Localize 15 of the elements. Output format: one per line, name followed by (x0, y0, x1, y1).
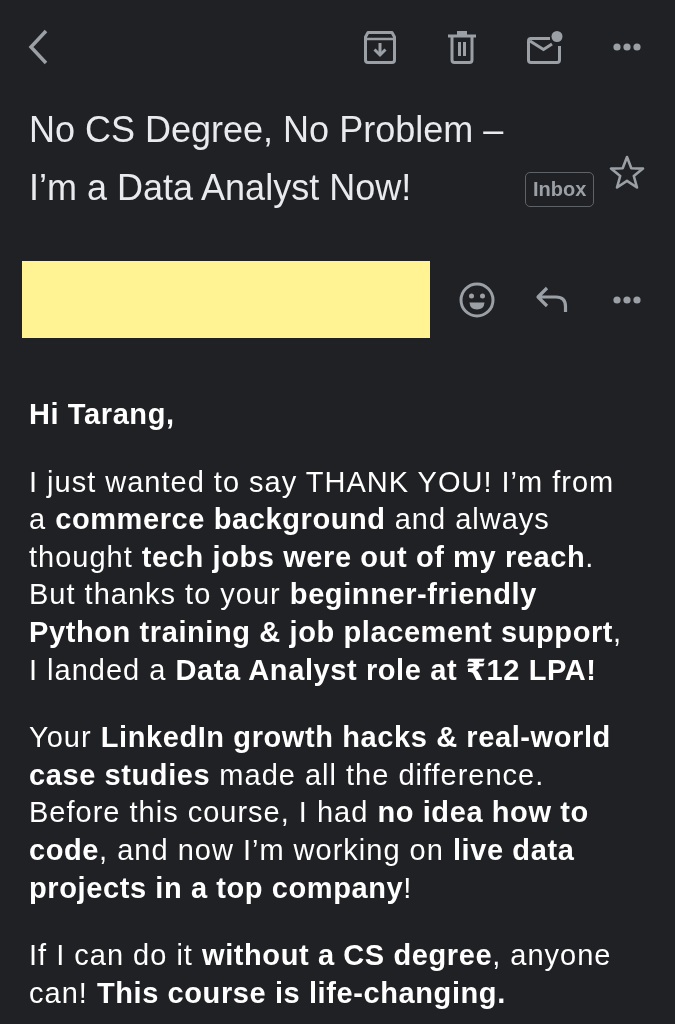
archive-icon[interactable] (364, 30, 396, 64)
body-paragraph: If I can do it without a CS degree, anyone can! This course is life-changing. (29, 938, 613, 1011)
label-tag: Inbox (525, 172, 595, 207)
star-icon[interactable] (609, 155, 645, 190)
reply-icon[interactable] (535, 286, 568, 313)
chevron-icon[interactable] (28, 29, 48, 65)
more-icon[interactable] (613, 295, 641, 304)
trash-icon[interactable] (448, 30, 476, 64)
more-icon[interactable] (613, 43, 641, 51)
smiley-icon[interactable] (459, 281, 495, 318)
body-paragraph: I just wanted to say THANK YOU! I’m from a commerce background and always thought tech jobs were out of my reach. But thanks to your beginner-friendly Python training & job placement support, I landed a Data Analyst role at ₹12 LPA! (29, 464, 624, 688)
greeting-text: Hi Tarang, (29, 397, 176, 432)
envelope-icon[interactable] (527, 30, 563, 64)
body-paragraph: Your LinkedIn growth hacks & real-world case studies made all the difference. Before this course, I had no idea how to code, and now I’m working on live data projects in a top company! (29, 720, 612, 906)
email-subject: No CS Degree, No Problem – I’m a Data Analyst Now! (29, 108, 505, 210)
